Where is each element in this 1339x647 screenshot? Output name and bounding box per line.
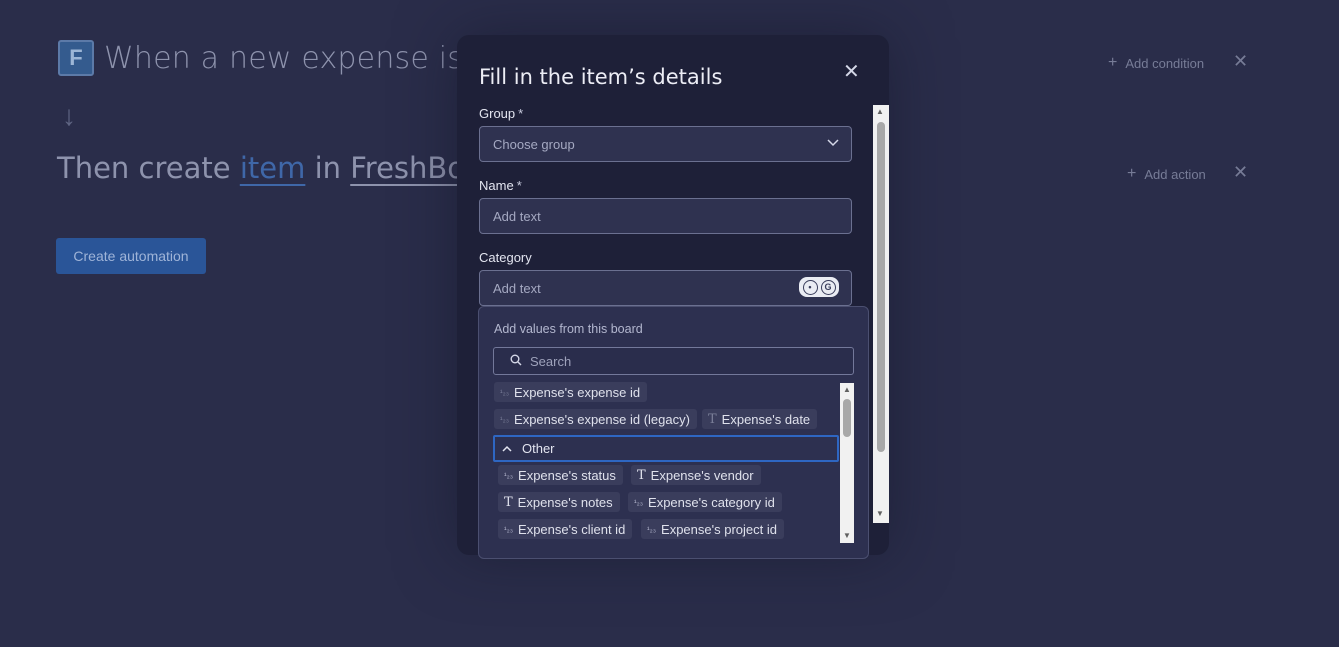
plus-icon: + (1108, 54, 1118, 71)
add-action-button[interactable]: + Add action (1127, 165, 1206, 183)
chip-label: Expense's notes (517, 494, 613, 510)
name-label: Name * (479, 178, 522, 193)
numbers-icon: ¹₂₃ (634, 497, 644, 507)
add-action-label: Add action (1144, 166, 1206, 182)
chip-label: Expense's expense id (legacy) (514, 411, 690, 427)
remove-condition-close-icon[interactable]: ✕ (1233, 51, 1248, 72)
search-input[interactable]: Search (493, 347, 854, 375)
chip-label: Expense's category id (648, 494, 775, 510)
scroll-up-icon[interactable]: ▲ (843, 385, 851, 394)
grammarly-widget[interactable]: • G (799, 277, 839, 297)
create-automation-button[interactable]: Create automation (56, 238, 206, 274)
section-toggle-other[interactable]: Other (493, 435, 839, 462)
chip-expense-vendor[interactable]: T Expense's vendor (631, 465, 761, 485)
chip-expense-project-id[interactable]: ¹₂₃ Expense's project id (641, 519, 784, 539)
chip-label: Expense's expense id (514, 384, 641, 400)
chevron-up-icon (502, 443, 512, 455)
chip-expense-client-id[interactable]: ¹₂₃ Expense's client id (498, 519, 633, 539)
group-select[interactable]: Choose group (479, 126, 852, 162)
chip-label: Expense's status (518, 467, 616, 483)
arrow-down-icon: ↓ (62, 100, 76, 131)
group-label-text: Group (479, 106, 516, 121)
modal-title: Fill in the item’s details (479, 65, 723, 89)
name-field-placeholder: Add text (493, 208, 541, 224)
trigger-line: F When a new expense is cr (58, 40, 502, 76)
chip-expense-date[interactable]: T Expense's date (702, 409, 818, 429)
add-condition-label: Add condition (1125, 55, 1205, 71)
close-icon[interactable]: ✕ (843, 59, 860, 84)
action-in: in (314, 151, 341, 185)
action-prefix: Then create (57, 151, 231, 185)
chip-label: Expense's project id (661, 521, 777, 537)
modal-scrollbar[interactable]: ▲ ▼ (873, 105, 889, 523)
name-field[interactable]: Add text (479, 198, 852, 234)
text-icon: T (708, 411, 717, 427)
text-icon: T (504, 494, 513, 510)
group-label: Group * (479, 106, 523, 121)
scroll-down-icon[interactable]: ▼ (843, 531, 851, 540)
action-line: Then create item in FreshBoo (57, 151, 483, 185)
chip-label: Expense's vendor (650, 467, 754, 483)
scrollbar-thumb[interactable] (877, 122, 885, 452)
chip-expense-id[interactable]: ¹₂₃ Expense's expense id (494, 382, 648, 402)
chip-expense-category-id[interactable]: ¹₂₃ Expense's category id (628, 492, 782, 512)
grammarly-icon: G (820, 279, 836, 295)
numbers-icon: ¹₂₃ (647, 524, 657, 534)
chip-expense-id-legacy[interactable]: ¹₂₃ Expense's expense id (legacy) (494, 409, 697, 429)
board-values-dropdown: Add values from this board Search ¹₂₃ Ex… (478, 306, 869, 559)
group-select-value: Choose group (493, 136, 575, 152)
chip-label: Expense's client id (518, 521, 626, 537)
freshbooks-logo: F (58, 40, 94, 76)
category-field-placeholder: Add text (493, 280, 541, 296)
chip-expense-notes[interactable]: T Expense's notes (498, 492, 620, 512)
plus-icon: + (1127, 165, 1137, 182)
search-placeholder: Search (530, 353, 572, 369)
text-icon: T (637, 467, 646, 483)
section-label: Other (522, 441, 555, 456)
scrollbar-thumb[interactable] (843, 399, 851, 437)
chip-label: Expense's date (721, 411, 811, 427)
name-label-text: Name (479, 178, 514, 193)
item-link[interactable]: item (240, 151, 306, 185)
category-field[interactable]: Add text • G (479, 270, 852, 306)
numbers-icon: ¹₂₃ (500, 387, 510, 397)
chevron-down-icon (827, 136, 839, 150)
dropdown-scrollbar[interactable]: ▲ ▼ (840, 383, 854, 543)
chip-expense-status[interactable]: ¹₂₃ Expense's status (498, 465, 623, 485)
search-icon (510, 354, 522, 369)
required-mark: * (518, 106, 524, 121)
remove-action-close-icon[interactable]: ✕ (1233, 162, 1248, 183)
numbers-icon: ¹₂₃ (504, 524, 514, 534)
numbers-icon: ¹₂₃ (500, 414, 510, 424)
scroll-up-icon[interactable]: ▲ (876, 107, 884, 116)
trigger-text: When a new expense is cr (104, 40, 503, 76)
scroll-down-icon[interactable]: ▼ (876, 509, 884, 518)
required-mark: * (516, 178, 522, 193)
numbers-icon: ¹₂₃ (504, 470, 514, 480)
lightbulb-icon: • (802, 279, 818, 295)
dropdown-heading: Add values from this board (494, 322, 643, 336)
add-condition-button[interactable]: + Add condition (1108, 54, 1204, 72)
category-label: Category (479, 250, 532, 265)
